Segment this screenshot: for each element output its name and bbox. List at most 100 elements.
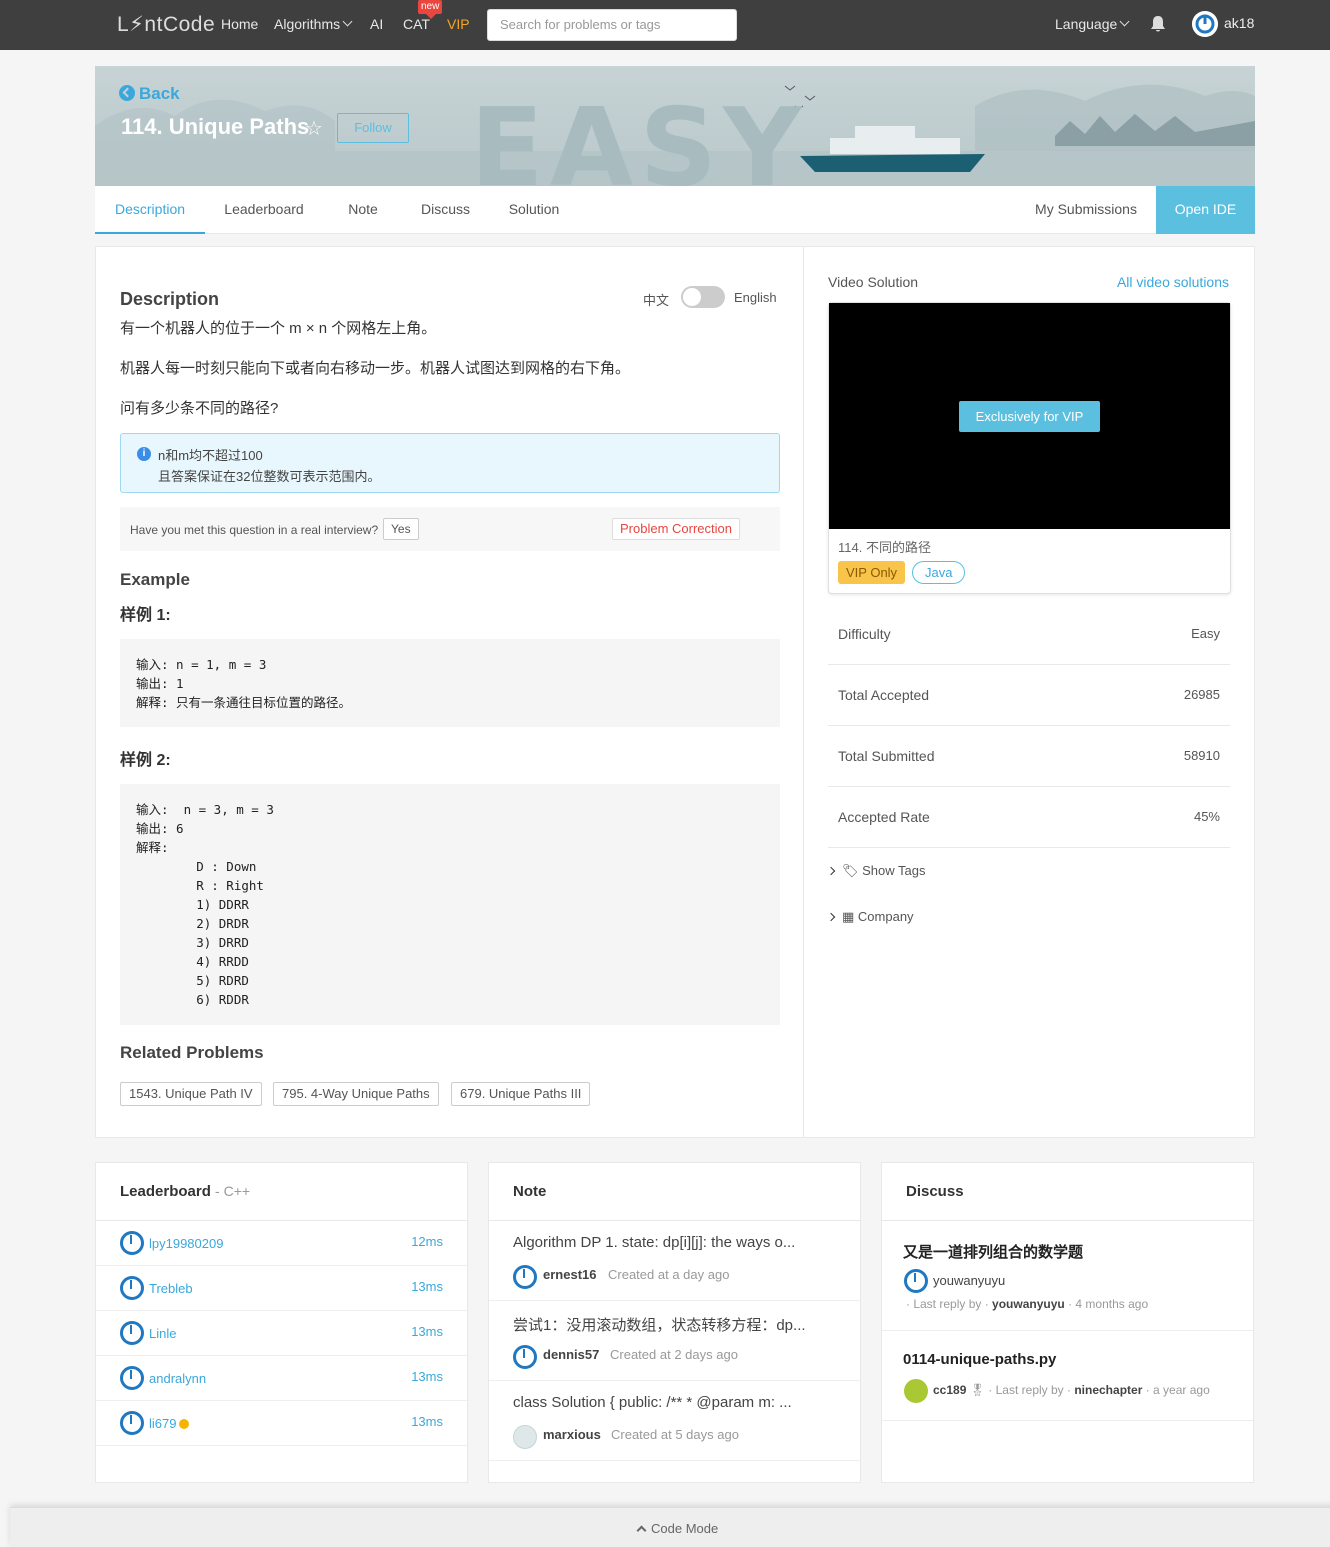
note-item[interactable]: class Solution { public: /** * @param m:… <box>489 1381 860 1461</box>
bell-icon[interactable] <box>1150 15 1166 33</box>
leaderboard-user-wrap[interactable]: li679 <box>149 1416 190 1431</box>
nav-algorithms[interactable]: Algorithms <box>274 16 353 32</box>
lintcode-logo[interactable]: L⚡ntCode <box>117 12 215 37</box>
description-p2: 机器人每一时刻只能向下或者向右移动一步。机器人试图达到网格的右下角。 <box>120 360 631 377</box>
last-reply-user[interactable]: ninechapter <box>1074 1383 1142 1397</box>
leaderboard-row[interactable]: andralynn 13ms <box>96 1356 467 1401</box>
badge-icon: 🎖 <box>969 1383 985 1397</box>
discuss-title: Discuss <box>906 1183 964 1200</box>
language-menu[interactable]: Language <box>1055 16 1130 32</box>
related-problem[interactable]: 795. 4-Way Unique Paths <box>273 1082 439 1106</box>
exclusively-vip-button[interactable]: Exclusively for VIP <box>959 401 1100 432</box>
note-item[interactable]: 尝试1：没用滚动数组，状态转移方程：dp... dennis57 Created… <box>489 1301 860 1381</box>
notice-line1: n和m均不超过100 <box>158 448 263 463</box>
note-text[interactable]: class Solution { public: /** * @param m:… <box>513 1394 838 1411</box>
follow-button[interactable]: Follow <box>337 113 409 143</box>
back-link[interactable]: Back <box>119 84 180 104</box>
note-title: Note <box>513 1183 547 1200</box>
discuss-author[interactable]: cc189 <box>933 1383 966 1397</box>
tab-my-submissions[interactable]: My Submissions <box>1020 186 1152 234</box>
discuss-author[interactable]: youwanyuyu <box>933 1273 1005 1288</box>
stat-total-accepted: Total Accepted 26985 <box>828 665 1230 726</box>
stat-value: Easy <box>1191 626 1220 641</box>
last-reply-time: · a year ago <box>1145 1383 1210 1397</box>
back-label: Back <box>139 84 180 103</box>
tab-leaderboard[interactable]: Leaderboard <box>205 186 323 234</box>
tab-note[interactable]: Note <box>323 186 403 234</box>
star-icon[interactable]: ☆ <box>305 116 323 141</box>
note-text[interactable]: 尝试1：没用滚动数组，状态转移方程：dp... <box>513 1314 838 1335</box>
note-user[interactable]: ernest16 <box>543 1267 596 1282</box>
note-card: Note Algorithm DP 1. state: dp[i][j]: th… <box>488 1162 861 1483</box>
discuss-item[interactable]: 又是一道排列组合的数学题 youwanyuyu · Last reply by … <box>882 1221 1253 1331</box>
last-reply-label: · Last reply by · <box>906 1297 989 1311</box>
leaderboard-row[interactable]: Linle 13ms <box>96 1311 467 1356</box>
leaderboard-user[interactable]: lpy19980209 <box>149 1236 223 1251</box>
note-user[interactable]: dennis57 <box>543 1347 599 1362</box>
note-item[interactable]: Algorithm DP 1. state: dp[i][j]: the way… <box>489 1221 860 1301</box>
tab-solution[interactable]: Solution <box>488 186 580 234</box>
example1-title: 样例 1: <box>120 607 171 624</box>
avatar <box>513 1265 537 1289</box>
all-video-solutions-link[interactable]: All video solutions <box>1117 274 1229 290</box>
chevron-down-icon <box>1119 16 1130 27</box>
problem-tabs: Description Leaderboard Note Discuss Sol… <box>95 186 1255 234</box>
last-reply-time: · 4 months ago <box>1068 1297 1149 1311</box>
user-avatar[interactable] <box>1192 11 1218 37</box>
leaderboard-row[interactable]: lpy19980209 12ms <box>96 1221 467 1266</box>
discuss-item[interactable]: 0114-unique-paths.py cc189 🎖 · Last repl… <box>882 1331 1253 1421</box>
new-badge: new <box>418 0 443 19</box>
discuss-topic[interactable]: 又是一道排列组合的数学题 <box>903 1241 1083 1262</box>
video-title: 114. 不同的路径 <box>838 540 931 555</box>
last-reply-user[interactable]: youwanyuyu <box>992 1297 1065 1311</box>
leaderboard-user[interactable]: Linle <box>149 1326 176 1341</box>
problem-correction-button[interactable]: Problem Correction <box>612 518 740 540</box>
tab-description[interactable]: Description <box>95 186 205 234</box>
show-tags-toggle[interactable]: 🏷 Show Tags <box>826 863 926 879</box>
leaderboard-time: 12ms <box>411 1234 443 1249</box>
leaderboard-user[interactable]: Trebleb <box>149 1281 193 1296</box>
open-ide-button[interactable]: Open IDE <box>1156 186 1255 234</box>
notice-line2: 且答案保证在32位整数可表示范围内。 <box>158 469 381 484</box>
nav-home[interactable]: Home <box>221 16 258 32</box>
problem-main-card: Description 中文 English 有一个机器人的位于一个 m × n… <box>95 246 1255 1138</box>
username[interactable]: ak18 <box>1224 15 1254 31</box>
building-icon: ▦ <box>842 909 855 924</box>
nav-algorithms-label: Algorithms <box>274 16 341 32</box>
leaderboard-row[interactable]: Trebleb 13ms <box>96 1266 467 1311</box>
tab-discuss[interactable]: Discuss <box>403 186 488 234</box>
note-time: Created at a day ago <box>608 1267 730 1282</box>
info-icon: i <box>137 447 151 461</box>
language-toggle[interactable] <box>681 286 725 308</box>
related-problem[interactable]: 1543. Unique Path IV <box>120 1082 262 1106</box>
yes-button[interactable]: Yes <box>383 518 419 540</box>
note-user[interactable]: marxious <box>543 1427 601 1442</box>
last-reply-label: · Last reply by · <box>988 1383 1071 1397</box>
leaderboard-card: Leaderboard - C++ lpy19980209 12ms Treble… <box>95 1162 468 1483</box>
company-toggle[interactable]: ▦ Company <box>826 909 914 925</box>
avatar <box>120 1411 144 1435</box>
example2-code: 输入: n = 3, m = 3 输出: 6 解释: D : Down R : … <box>120 784 780 1025</box>
chevron-right-icon <box>826 912 836 922</box>
stat-difficulty: Difficulty Easy <box>828 604 1230 665</box>
related-problem[interactable]: 679. Unique Paths III <box>451 1082 591 1106</box>
back-arrow-icon <box>119 85 135 101</box>
leaderboard-time: 13ms <box>411 1414 443 1429</box>
interview-question: Have you met this question in a real int… <box>130 523 379 537</box>
nav-vip[interactable]: VIP <box>447 16 470 32</box>
search-input[interactable]: Search for problems or tags <box>487 9 737 41</box>
chevron-up-icon <box>636 1525 647 1536</box>
nav-ai[interactable]: AI <box>370 16 383 32</box>
stat-value: 58910 <box>1183 748 1220 763</box>
description-p1: 有一个机器人的位于一个 m × n 个网格左上角。 <box>120 320 437 337</box>
video-card: Exclusively for VIP 114. 不同的路径 VIP Only … <box>828 302 1231 594</box>
video-player[interactable]: Exclusively for VIP <box>829 303 1230 529</box>
note-time: Created at 2 days ago <box>610 1347 738 1362</box>
discuss-topic[interactable]: 0114-unique-paths.py <box>903 1351 1056 1368</box>
avatar <box>904 1269 928 1293</box>
leaderboard-user[interactable]: andralynn <box>149 1371 206 1386</box>
avatar <box>513 1425 537 1449</box>
code-mode-bar[interactable]: Code Mode <box>10 1507 1330 1547</box>
leaderboard-row[interactable]: li679 13ms <box>96 1401 467 1446</box>
note-text[interactable]: Algorithm DP 1. state: dp[i][j]: the way… <box>513 1234 838 1251</box>
